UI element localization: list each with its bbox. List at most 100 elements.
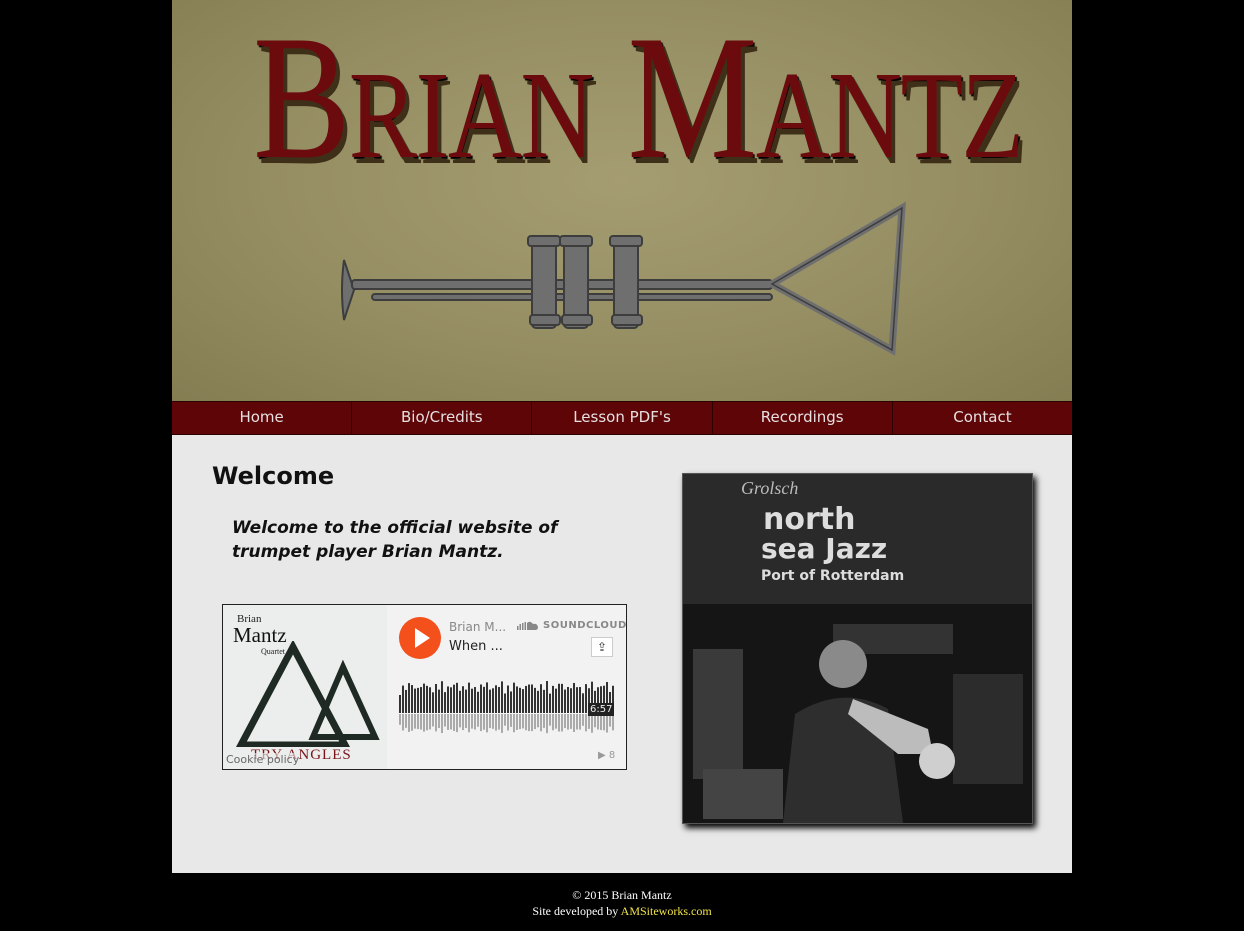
waveform-bar-reflection: [534, 714, 536, 730]
waveform-bar-reflection: [501, 714, 503, 733]
waveform-bar: [504, 693, 506, 713]
waveform-bar: [435, 684, 437, 713]
waveform-bar-reflection: [606, 714, 608, 733]
share-icon: ⇪: [596, 640, 608, 654]
waveform-bar-reflection: [510, 714, 512, 727]
waveform-bar-reflection: [588, 714, 590, 729]
waveform-bar-reflection: [531, 714, 533, 732]
track-duration: 6:57: [588, 703, 615, 716]
nav-item-contact[interactable]: Contact: [893, 402, 1072, 434]
waveform-bar-reflection: [477, 714, 479, 727]
waveform-bar-reflection: [474, 714, 476, 730]
waveform-bar: [531, 684, 533, 713]
waveform-bar: [444, 692, 446, 713]
waveform-bar: [558, 683, 560, 713]
waveform-bar: [507, 685, 509, 713]
waveform-bar-reflection: [441, 714, 443, 734]
waveform-bar: [414, 688, 416, 713]
waveform-bar: [408, 683, 410, 713]
nav-item-lesson-pdfs[interactable]: Lesson PDF's: [532, 402, 713, 434]
nav-item-recordings[interactable]: Recordings: [713, 402, 893, 434]
waveform-bar-reflection: [408, 714, 410, 732]
waveform-bar-reflection: [459, 714, 461, 728]
waveform-bar: [462, 686, 464, 713]
soundcloud-brand[interactable]: SOUNDCLOUD: [543, 620, 627, 631]
waveform-bar-reflection: [465, 714, 467, 729]
waveform-bar: [465, 689, 467, 713]
waveform-bar: [522, 689, 524, 713]
soundcloud-logo-icon[interactable]: [517, 621, 539, 631]
cookie-policy-link[interactable]: Cookie policy: [226, 753, 300, 766]
waveform-bar-reflection: [432, 714, 434, 727]
waveform-bar: [411, 685, 413, 713]
waveform-bar: [477, 691, 479, 713]
concert-photo-image: [683, 474, 1032, 823]
waveform-bar-reflection: [522, 714, 524, 729]
waveform-bar: [399, 695, 401, 713]
waveform-bar: [549, 693, 551, 713]
waveform-bar: [459, 690, 461, 713]
waveform-bar-reflection: [519, 714, 521, 730]
waveform-bar: [405, 689, 407, 713]
header-banner: Brian Mantz: [172, 0, 1072, 401]
track-artist[interactable]: Brian M...: [449, 620, 506, 634]
waveform-bar: [564, 689, 566, 713]
site-title: Brian Mantz: [253, 0, 1024, 196]
waveform-bar-reflection: [549, 714, 551, 726]
waveform-bar: [540, 684, 542, 713]
waveform-bar: [519, 687, 521, 713]
waveform-bar: [450, 687, 452, 713]
waveform-bar-reflection: [564, 714, 566, 729]
waveform-bar: [552, 685, 554, 713]
waveform-bar: [582, 693, 584, 713]
waveform-bar-reflection: [612, 714, 614, 731]
triangles-logo: [235, 641, 380, 747]
waveform-bar: [486, 682, 488, 713]
waveform-bar-reflection: [504, 714, 506, 726]
waveform-bar: [546, 681, 548, 713]
waveform-bar-reflection: [546, 714, 548, 734]
nav-item-bio-credits[interactable]: Bio/Credits: [352, 402, 533, 434]
play-button[interactable]: [399, 617, 441, 659]
nav-item-home[interactable]: Home: [172, 402, 353, 434]
waveform-bar-reflection: [426, 714, 428, 731]
waveform-bar: [492, 688, 494, 713]
share-button[interactable]: ⇪: [591, 637, 613, 657]
waveform-bar: [528, 684, 530, 713]
footer: © 2015 Brian Mantz Site developed by AMS…: [0, 887, 1244, 919]
page-container: Brian Mantz Home Bio/Credits Lesson PDF'…: [172, 0, 1072, 873]
waveform-bar-reflection: [570, 714, 572, 729]
waveform-bar-reflection: [582, 714, 584, 726]
waveform-bar-reflection: [414, 714, 416, 729]
waveform-bar: [516, 686, 518, 713]
play-count-icon: ▶: [598, 750, 609, 761]
waveform-bar-reflection: [399, 714, 401, 725]
waveform-bar: [501, 681, 503, 713]
trumpet-illustration: [341, 201, 906, 356]
waveform-bar: [513, 682, 515, 713]
waveform-bar-reflection: [552, 714, 554, 731]
waveform-bar: [480, 684, 482, 713]
waveform-bar-reflection: [405, 714, 407, 728]
waveform-bar: [429, 687, 431, 713]
waveform-bar-reflection: [447, 714, 449, 730]
waveform-bar-reflection: [555, 714, 557, 729]
waveform-bar-reflection: [411, 714, 413, 731]
waveform-bar-reflection: [429, 714, 431, 730]
waveform-bar: [432, 692, 434, 713]
waveform-bar: [441, 681, 443, 713]
track-title[interactable]: When ...: [449, 639, 503, 654]
waveform-bar-reflection: [450, 714, 452, 730]
waveform-bar-reflection: [567, 714, 569, 730]
waveform-bar: [510, 691, 512, 713]
waveform-bar: [474, 687, 476, 713]
waveform-bar-reflection: [417, 714, 419, 730]
waveform-bar-reflection: [471, 714, 473, 729]
waveform[interactable]: [399, 677, 615, 741]
waveform-bar-reflection: [597, 714, 599, 730]
waveform-bar: [417, 687, 419, 713]
waveform-bar-reflection: [483, 714, 485, 730]
waveform-bar-reflection: [453, 714, 455, 731]
waveform-bar-reflection: [537, 714, 539, 728]
developer-link[interactable]: AMSiteworks.com: [621, 904, 712, 918]
